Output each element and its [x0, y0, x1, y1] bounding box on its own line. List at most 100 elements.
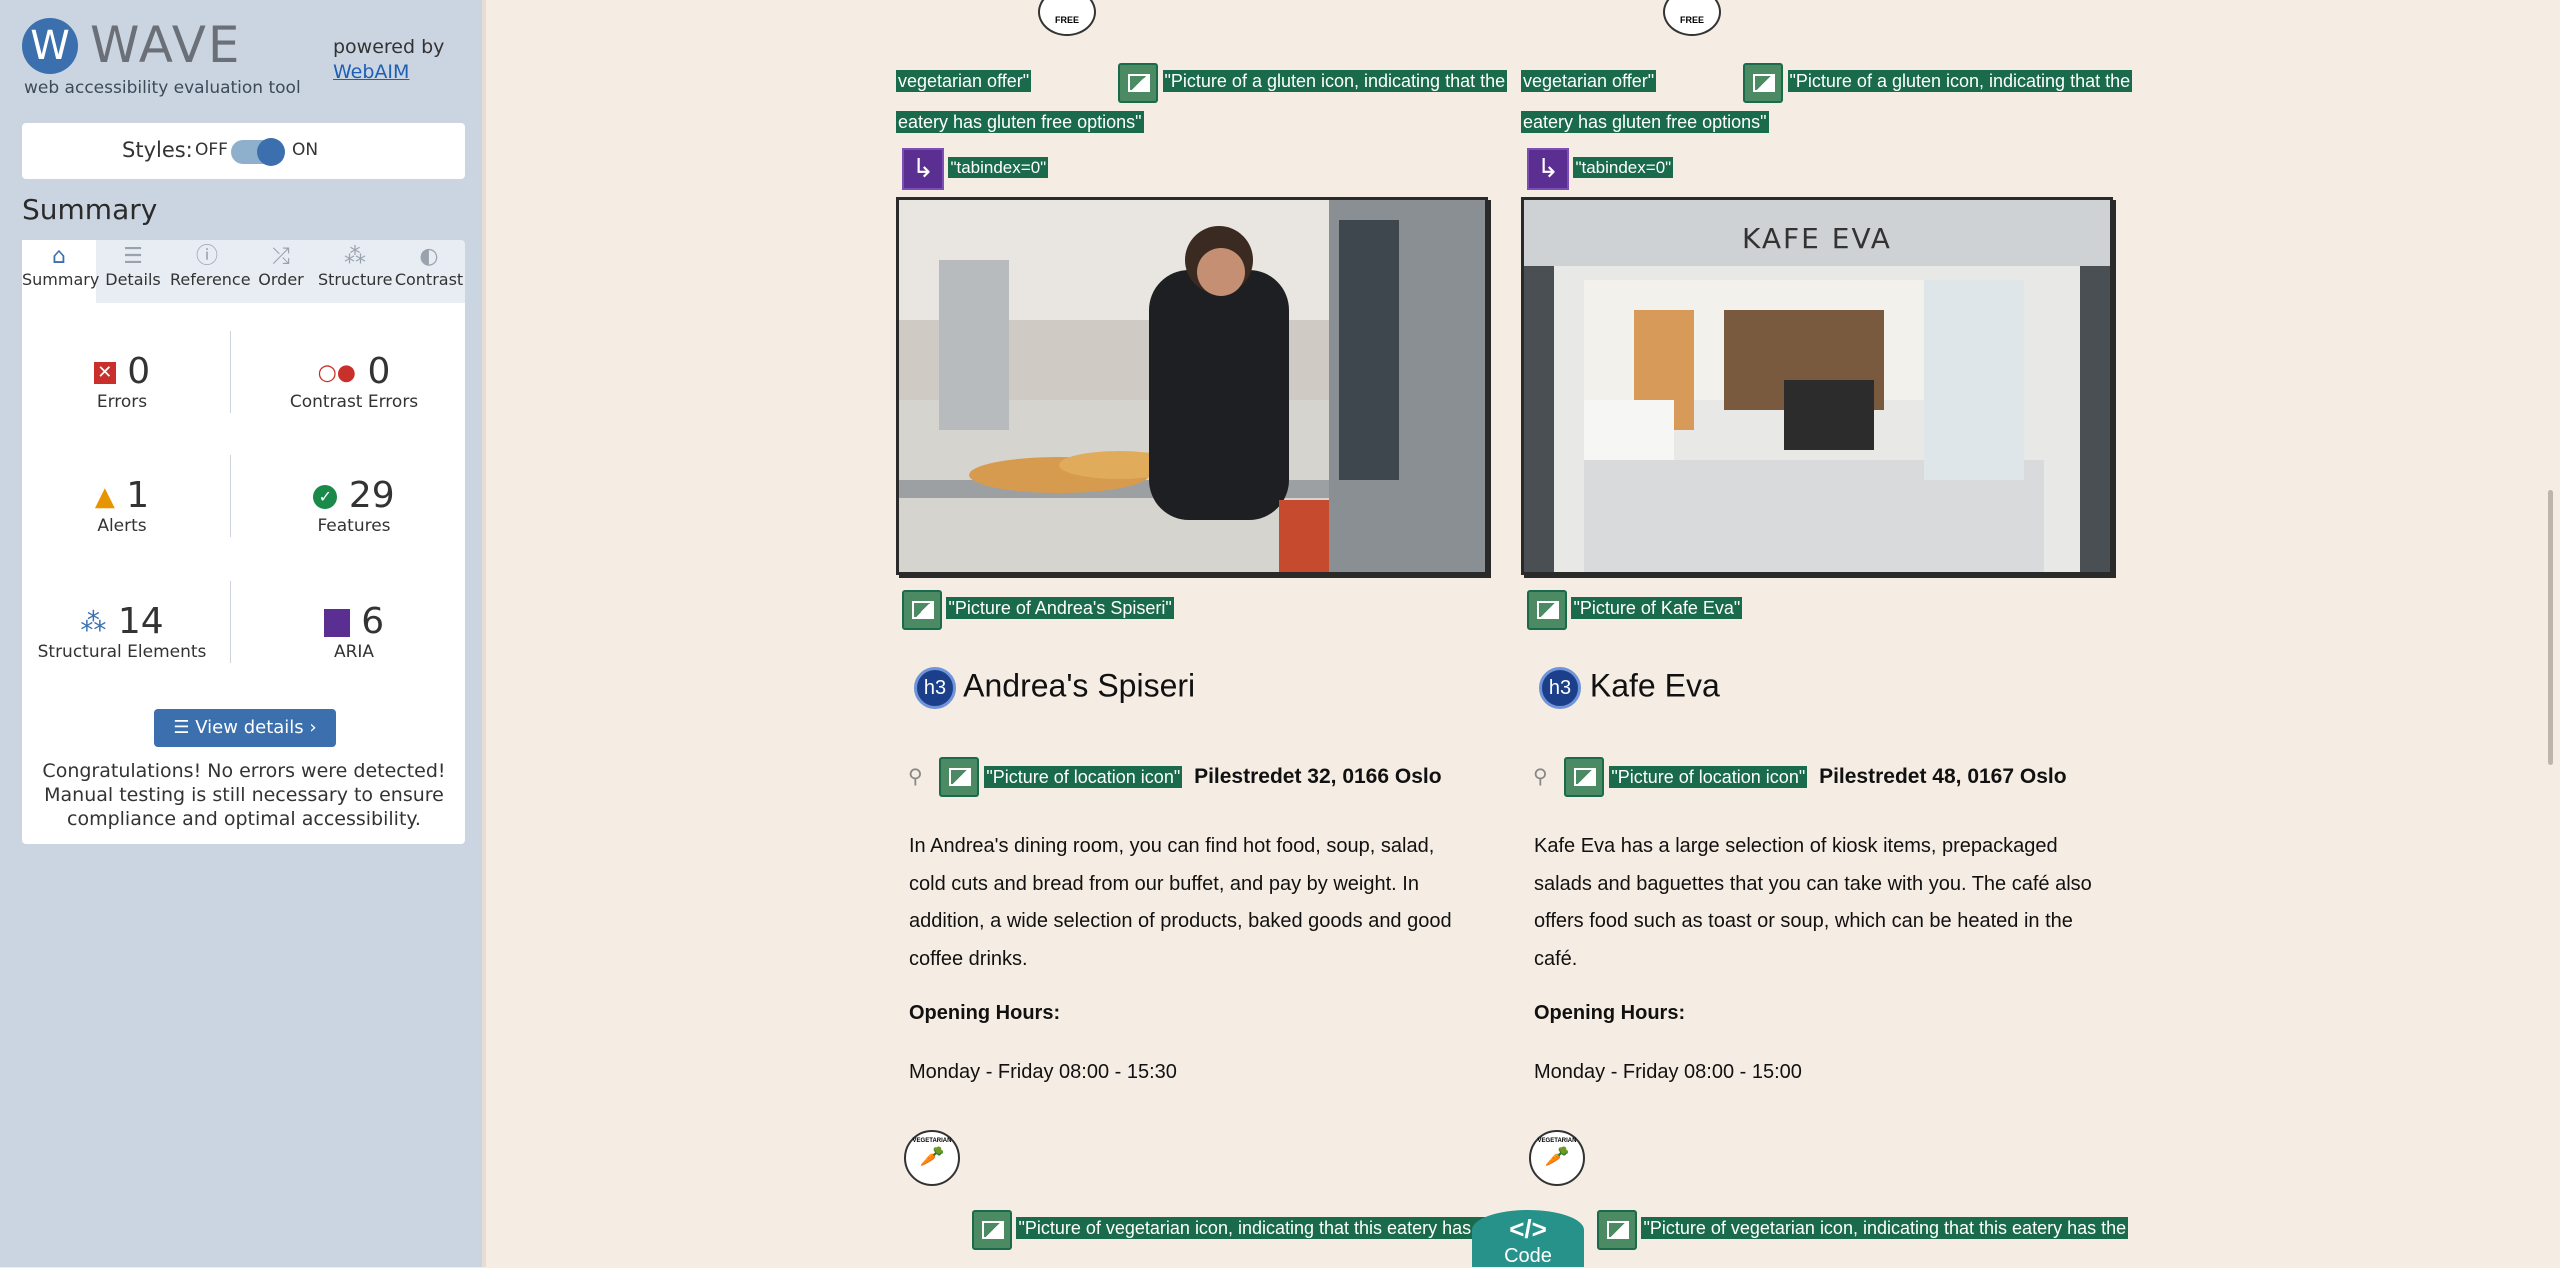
tab-structure[interactable]: ⁂ Structure	[318, 240, 392, 303]
image-alt-icon[interactable]	[1118, 63, 1159, 103]
wave-title: WAVE	[90, 16, 242, 74]
error-icon: ✕	[93, 362, 116, 384]
order-icon: ⤮	[272, 244, 290, 269]
wave-sidebar: W WAVE web accessibility evaluation tool…	[0, 0, 482, 1267]
tab-summary[interactable]: ⌂ Summary	[22, 240, 99, 303]
opening-hours: Monday - Friday 08:00 - 15:30	[909, 1061, 1177, 1083]
heading-h3-icon[interactable]: h3	[1539, 667, 1581, 709]
tab-label: Details	[105, 270, 161, 289]
feature-alt-text: eatery has gluten free options"	[1521, 111, 1769, 133]
alt-text-line: "Picture of vegetarian icon, indicating …	[972, 1210, 1494, 1250]
tabindex-annotation: ↳ "tabindex=0"	[902, 148, 1049, 190]
contrast-count: 0	[367, 351, 391, 392]
contrast-error-icon: ○●	[317, 360, 357, 386]
vegetarian-badge-text: VEGETARIAN	[912, 1138, 952, 1144]
code-icon: </>	[1509, 1214, 1547, 1244]
eatery-name: Kafe Eva	[1589, 667, 1720, 704]
tab-label: Reference	[170, 270, 251, 289]
aria-count: 6	[361, 601, 385, 642]
alerts-label: Alerts	[97, 516, 147, 536]
structural-stat[interactable]: ⁂ 14 Structural Elements	[22, 601, 222, 662]
eatery-description: Kafe Eva has a large selection of kiosk …	[1534, 835, 2092, 970]
image-alt-icon[interactable]	[1563, 757, 1604, 797]
styles-off-label: OFF	[195, 140, 228, 160]
tab-reference[interactable]: ⓘ Reference	[170, 240, 251, 303]
image-alt-icon[interactable]	[1527, 590, 1567, 630]
alt-text-line: "Picture of vegetarian icon, indicating …	[1597, 1210, 2129, 1250]
image-alt-icon[interactable]	[902, 590, 942, 630]
andreas-photo-image	[899, 200, 1485, 572]
carrot-glyph: 🥕	[919, 1146, 945, 1168]
aria-tabindex-icon[interactable]: ↳	[1527, 148, 1569, 190]
styles-toggle[interactable]	[231, 138, 285, 166]
tabindex-text: "tabindex=0"	[1573, 157, 1674, 179]
list-icon: ☰	[173, 717, 196, 738]
contrast-icon: ◐	[419, 244, 439, 269]
feature-alt-text: eatery has gluten free options"	[896, 111, 1144, 133]
opening-hours: Monday - Friday 08:00 - 15:00	[1534, 1061, 1802, 1083]
address-line: ⚲ "Picture of location icon" Pilestredet…	[1533, 757, 2067, 797]
view-details-label: View details ›	[195, 717, 317, 738]
eatery-name: Andrea's Spiseri	[963, 667, 1196, 704]
eatery-description: In Andrea's dining room, you can find ho…	[909, 835, 1452, 970]
vegetarian-badge-icon: VEGETARIAN 🥕	[1529, 1130, 1585, 1186]
aria-stat[interactable]: 6 ARIA	[254, 601, 454, 662]
address-line: ⚲ "Picture of location icon" Pilestredet…	[908, 757, 1442, 797]
tabindex-annotation: ↳ "tabindex=0"	[1527, 148, 1674, 190]
alt-text-line: "Picture of Andrea's Spiseri"	[902, 590, 1174, 630]
tab-label: Structure	[318, 270, 393, 289]
summary-panel: ✕ 0 Errors ○● 0 Contrast Errors ▲ 1 Aler…	[22, 303, 465, 844]
alt-text-line: vegetarian offer" "Picture of a gluten i…	[896, 63, 1508, 103]
wave-tabs: ⌂ Summary ☰ Details ⓘ Reference ⤮ Order …	[22, 240, 465, 303]
feature-check-icon: ✓	[313, 485, 338, 509]
list-icon: ☰	[123, 244, 143, 269]
kafe-eva-sign: KAFE EVA	[1742, 222, 1892, 255]
summary-heading: Summary	[22, 193, 158, 226]
heading-h3-icon[interactable]: h3	[914, 667, 956, 709]
location-pin-icon: ⚲	[908, 765, 923, 788]
gluten-free-badge-icon: FREE	[1038, 0, 1096, 36]
errors-count: 0	[127, 351, 151, 392]
image-alt-icon[interactable]	[938, 757, 979, 797]
tab-details[interactable]: ☰ Details	[96, 240, 170, 303]
divider	[230, 581, 231, 663]
page-scrollbar[interactable]	[2548, 490, 2553, 765]
eatery-address: Pilestredet 32, 0166 Oslo	[1194, 764, 1442, 788]
feature-alt-text: vegetarian offer"	[896, 70, 1032, 93]
styles-on-label: ON	[292, 140, 319, 160]
eatery-photo	[896, 197, 1488, 575]
image-alt-icon[interactable]	[1597, 1210, 1637, 1250]
alerts-count: 1	[126, 475, 150, 516]
vegetarian-badge-text: VEGETARIAN	[1537, 1138, 1577, 1144]
tab-label: Contrast	[394, 270, 464, 289]
code-toggle-button[interactable]: </> Code	[1472, 1210, 1584, 1267]
powered-by: powered by WebAIM	[333, 35, 444, 85]
wave-logo-icon: W	[22, 18, 78, 74]
feature-alt-text: "Picture of location icon"	[984, 765, 1183, 788]
wave-tagline: web accessibility evaluation tool	[24, 78, 301, 98]
aria-tabindex-icon[interactable]: ↳	[902, 148, 944, 190]
gluten-free-badge-icon: FREE	[1663, 0, 1721, 36]
page-edge	[482, 0, 486, 1267]
features-label: Features	[317, 516, 391, 536]
errors-stat[interactable]: ✕ 0 Errors	[22, 351, 222, 412]
opening-hours-label: Opening Hours:	[1534, 1002, 1686, 1024]
powered-by-label: powered by	[333, 36, 445, 58]
styles-label: Styles:	[122, 138, 193, 162]
feature-alt-text: vegetarian offer"	[1521, 70, 1657, 93]
tab-contrast[interactable]: ◐ Contrast	[392, 240, 466, 303]
aria-icon	[323, 609, 350, 637]
structure-icon: ⁂	[80, 608, 107, 638]
alerts-stat[interactable]: ▲ 1 Alerts	[22, 475, 222, 536]
eatery-card-andreas: FREE vegetarian offer" "Picture of a glu…	[896, 0, 1508, 1267]
tab-label: Order	[258, 270, 304, 289]
alt-text-line: "Picture of Kafe Eva"	[1527, 590, 1743, 630]
structural-count: 14	[117, 601, 164, 642]
image-alt-icon[interactable]	[1743, 63, 1784, 103]
contrast-errors-stat[interactable]: ○● 0 Contrast Errors	[254, 351, 454, 412]
features-stat[interactable]: ✓ 29 Features	[254, 475, 454, 536]
view-details-button[interactable]: ☰ View details ›	[154, 709, 336, 747]
webaim-link[interactable]: WebAIM	[333, 60, 444, 85]
image-alt-icon[interactable]	[972, 1210, 1012, 1250]
tab-order[interactable]: ⤮ Order	[244, 240, 318, 303]
